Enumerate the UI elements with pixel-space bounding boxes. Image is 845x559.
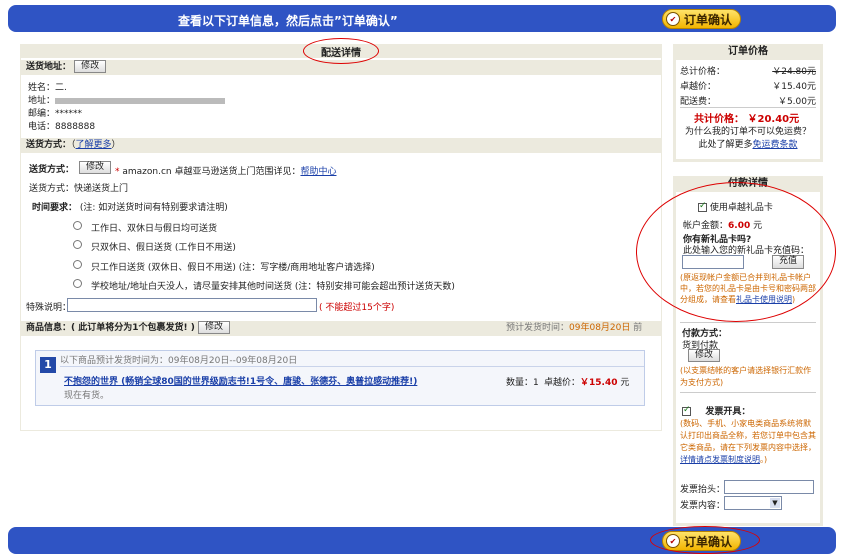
order-price-panel: 订单价格 总计价格： ￥24.80元 卓越价： ￥15.40元 配送费： ￥5.00元… [673,44,823,162]
shipping-method-text: 送货方式：快递送货上门 [29,184,129,194]
delivery-panel: 配送详情 送货地址： 修改 姓名：二. 地址： 邮编：****** 电话：888… [20,44,662,431]
cart-icon: ✔ [666,12,680,26]
package-eta: 以下商品预计发货时间为：09年08月20日--09年08月20日 [60,356,298,366]
goods-header: 商品信息：( 此订单将分为1个包裹发货! ) 修改 预计发货时间：09年08月2… [21,321,661,336]
special-label: 特殊说明： [26,303,72,313]
edit-goods-button[interactable]: 修改 [198,321,231,334]
item-title-link[interactable]: 不抱怨的世界 (畅销全球80国的世界级励志书!1号令、唐骏、张德芬、奥普拉感动推… [64,374,417,387]
package-number: 1 [40,357,56,373]
gift-card-help-link[interactable]: 礼品卡使用说明 [736,295,792,304]
radio-weekend[interactable] [73,240,82,249]
instruction-text: 查看以下订单信息，然后点击”订单确认” [178,14,398,28]
gift-card-code-input[interactable] [682,255,744,269]
help-center-link[interactable]: 帮助中心 [300,167,336,177]
total-price: 共计价格： ￥20.40元 [694,114,800,125]
shipping-method-label: 送货方式： [29,165,75,175]
payment-panel: 付款详情 使用卓越礼品卡 帐户金额：6.00 元 你有新礼品卡吗? 此处输入您的… [673,176,823,526]
invoice-content-select[interactable]: ▼ [724,496,782,510]
package-box: 1 以下商品预计发货时间为：09年08月20日--09年08月20日 不抱怨的世… [35,350,645,406]
chevron-down-icon: ▼ [770,498,780,508]
confirm-order-button-bottom[interactable]: ✔ 订单确认 [662,531,742,551]
delivery-title: 配送详情 [321,48,361,59]
invoice-title-input[interactable] [724,480,814,494]
edit-address-button[interactable]: 修改 [74,60,107,73]
redacted-address [55,97,226,104]
recharge-button[interactable]: 充值 [772,255,805,269]
confirm-order-button-top[interactable]: ✔ 订单确认 [662,9,742,29]
quantity: 数量：1 [506,378,539,388]
free-shipping-link[interactable]: 免运费条款 [753,140,798,150]
edit-shipping-button[interactable]: 修改 [79,161,112,174]
invoice-checkbox[interactable] [682,405,691,416]
stock-status: 现在有货。 [64,391,110,401]
address-header: 送货地址： 修改 [21,60,661,75]
radio-school[interactable] [73,279,82,288]
edit-payment-button[interactable]: 修改 [688,349,721,362]
address-block: 姓名：二. 地址： 邮编：****** 电话：8888888 [28,82,226,134]
radio-any-day[interactable] [73,221,82,230]
shipping-header: 送货方式：（了解更多） [21,138,661,153]
radio-weekday[interactable] [73,260,82,269]
special-instructions-input[interactable] [67,298,317,312]
use-gift-card-checkbox[interactable] [698,201,707,212]
special-hint: ( 不能超过15个字) [319,303,395,313]
cart-icon: ✔ [666,534,680,548]
invoice-policy-link[interactable]: 详情请点发票制度说明 [680,455,760,464]
learn-more-link[interactable]: 了解更多 [76,140,112,150]
